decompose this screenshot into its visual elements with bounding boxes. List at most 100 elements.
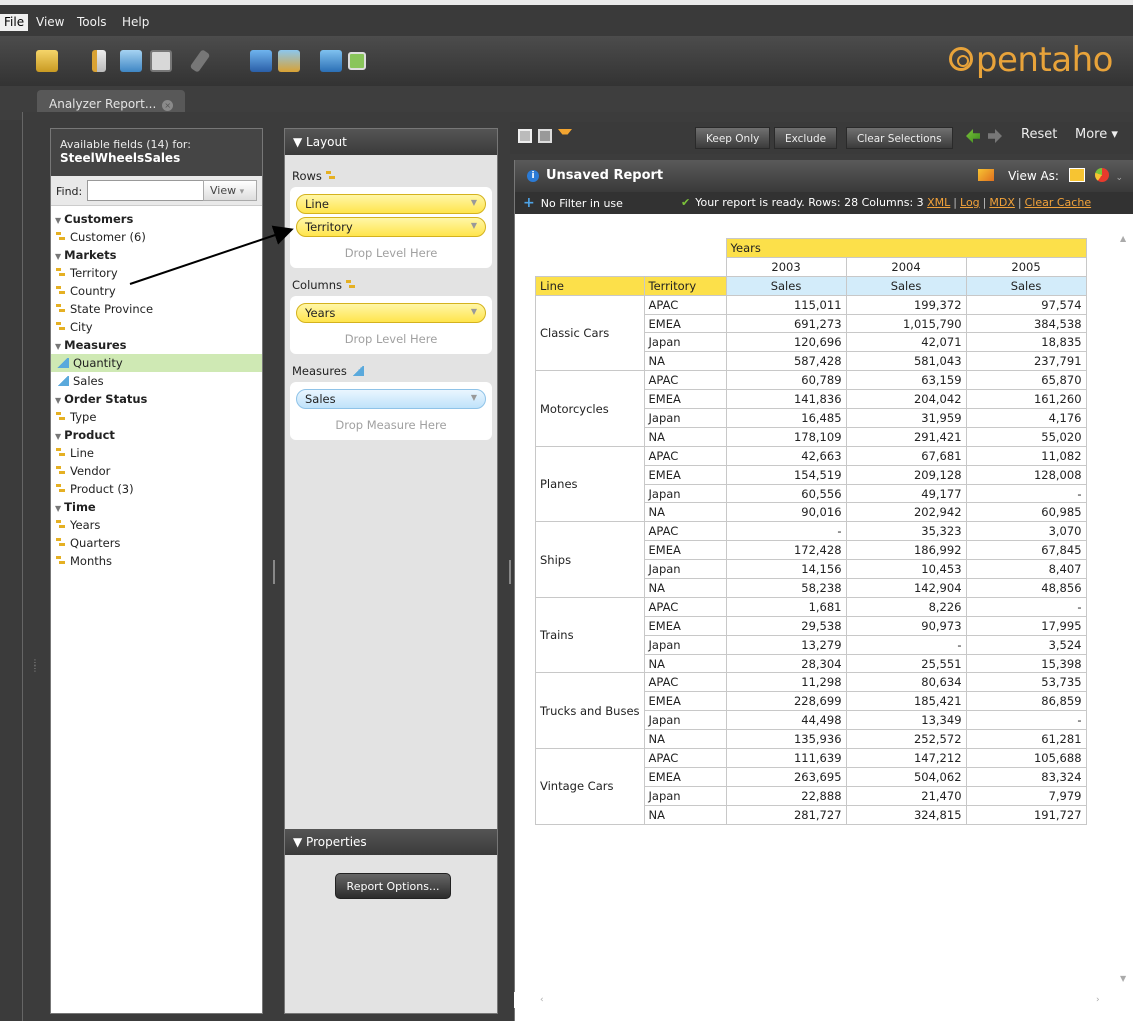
chevron-down-icon[interactable]: ▼	[471, 198, 477, 207]
year-header-2004[interactable]: 2004	[845, 256, 967, 277]
more-menu-button[interactable]: More ▾	[1075, 127, 1118, 142]
territory-cell[interactable]: NA	[643, 578, 727, 598]
layout-toggle-icon[interactable]	[538, 129, 552, 143]
territory-cell[interactable]: NA	[643, 502, 727, 523]
measure-header[interactable]: Sales	[725, 275, 847, 296]
sales-value-cell[interactable]: 4,176	[965, 408, 1087, 428]
territory-cell[interactable]: EMEA	[643, 313, 727, 334]
add-filter-icon[interactable]: +	[523, 195, 535, 211]
tree-field[interactable]: Quarters	[51, 534, 262, 552]
table-view-icon[interactable]	[1068, 168, 1085, 182]
sales-value-cell[interactable]: 63,159	[845, 370, 967, 391]
territory-cell[interactable]: NA	[643, 729, 727, 750]
years-column-header[interactable]: Years	[725, 238, 1087, 258]
line-cell[interactable]: Planes	[535, 445, 645, 523]
expand-caret-icon[interactable]: ▼	[55, 252, 61, 261]
panel-splitter[interactable]	[509, 560, 511, 584]
sales-value-cell[interactable]: 128,008	[965, 464, 1087, 485]
mdx-link[interactable]: MDX	[989, 196, 1015, 209]
sales-value-cell[interactable]: 97,574	[965, 294, 1087, 315]
sales-value-cell[interactable]: 61,281	[965, 729, 1087, 750]
sales-value-cell[interactable]: 42,071	[845, 332, 967, 353]
clear-cache-link[interactable]: Clear Cache	[1025, 196, 1091, 209]
keep-only-button[interactable]: Keep Only	[695, 127, 771, 149]
year-header-2003[interactable]: 2003	[725, 256, 847, 277]
sales-value-cell[interactable]: 185,421	[845, 691, 967, 712]
sales-value-cell[interactable]: -	[725, 521, 847, 542]
sales-value-cell[interactable]: 83,324	[965, 766, 1087, 787]
sales-value-cell[interactable]: 29,538	[725, 615, 847, 636]
territory-cell[interactable]: Japan	[643, 332, 727, 353]
line-cell[interactable]: Trains	[535, 596, 645, 674]
measures-drop-zone[interactable]: Sales ▼ Drop Measure Here	[290, 382, 492, 440]
sales-value-cell[interactable]: 202,942	[845, 502, 967, 523]
new-report-icon[interactable]	[92, 50, 106, 72]
measure-header[interactable]: Sales	[965, 275, 1087, 296]
territory-cell[interactable]: EMEA	[643, 615, 727, 636]
sales-value-cell[interactable]: 384,538	[965, 313, 1087, 334]
sales-value-cell[interactable]: 1,681	[725, 596, 847, 617]
territory-cell[interactable]: APAC	[643, 748, 727, 768]
sales-value-cell[interactable]: 111,639	[725, 748, 847, 768]
sales-value-cell[interactable]: 11,298	[725, 672, 847, 693]
sales-value-cell[interactable]: 186,992	[845, 540, 967, 561]
sales-value-cell[interactable]: 90,016	[725, 502, 847, 523]
sales-value-cell[interactable]: 58,238	[725, 578, 847, 598]
dashboard-icon[interactable]	[150, 50, 172, 72]
sales-value-cell[interactable]: -	[965, 596, 1087, 617]
sales-value-cell[interactable]: 199,372	[845, 294, 967, 315]
row-pill-line[interactable]: Line ▼	[296, 194, 486, 214]
line-cell[interactable]: Trucks and Buses	[535, 672, 645, 750]
present-icon[interactable]	[320, 50, 342, 72]
sales-value-cell[interactable]: 31,959	[845, 408, 967, 428]
line-cell[interactable]: Ships	[535, 521, 645, 598]
sales-value-cell[interactable]: 142,904	[845, 578, 967, 598]
measure-pill-sales[interactable]: Sales ▼	[296, 389, 486, 409]
clear-selections-button[interactable]: Clear Selections	[846, 127, 953, 149]
undo-icon[interactable]	[966, 129, 980, 143]
tree-field[interactable]: Quantity	[51, 354, 262, 372]
territory-row-header[interactable]: Territory	[643, 275, 727, 296]
sales-value-cell[interactable]: -	[965, 483, 1087, 504]
tree-category[interactable]: ▼ Markets	[51, 246, 262, 264]
lightning-icon[interactable]	[978, 169, 995, 181]
panel-splitter[interactable]	[273, 560, 275, 584]
sales-value-cell[interactable]: 120,696	[725, 332, 847, 353]
line-row-header[interactable]: Line	[535, 275, 645, 296]
sales-value-cell[interactable]: 115,011	[725, 294, 847, 315]
sales-value-cell[interactable]: 8,226	[845, 596, 967, 617]
expand-caret-icon[interactable]: ▼	[55, 342, 61, 351]
sales-value-cell[interactable]: 263,695	[725, 766, 847, 787]
xml-link[interactable]: XML	[927, 196, 950, 209]
chevron-down-icon[interactable]: ▼	[471, 307, 477, 316]
expand-caret-icon[interactable]: ▼	[55, 504, 61, 513]
tree-field[interactable]: State Province	[51, 300, 262, 318]
sales-value-cell[interactable]: -	[965, 710, 1087, 731]
line-cell[interactable]: Motorcycles	[535, 370, 645, 447]
chevron-down-icon[interactable]: ⌄	[1115, 173, 1123, 183]
territory-cell[interactable]: APAC	[643, 445, 727, 466]
territory-cell[interactable]: EMEA	[643, 464, 727, 485]
menu-tools[interactable]: Tools	[77, 15, 107, 29]
rows-drop-zone[interactable]: Line ▼ Territory ▼ Drop Level Here	[290, 187, 492, 268]
sales-value-cell[interactable]: 191,727	[965, 804, 1087, 825]
sales-value-cell[interactable]: 8,407	[965, 559, 1087, 580]
columns-drop-zone[interactable]: Years ▼ Drop Level Here	[290, 296, 492, 354]
tree-field[interactable]: Sales	[51, 372, 262, 390]
measure-header[interactable]: Sales	[845, 275, 967, 296]
tree-category[interactable]: ▼ Customers	[51, 210, 262, 228]
analyzer-icon[interactable]	[120, 50, 142, 72]
sales-value-cell[interactable]: 147,212	[845, 748, 967, 768]
territory-cell[interactable]: Japan	[643, 785, 727, 806]
sales-value-cell[interactable]: 228,699	[725, 691, 847, 712]
sales-value-cell[interactable]: -	[845, 634, 967, 655]
sales-value-cell[interactable]: 324,815	[845, 804, 967, 825]
tree-field[interactable]: Territory	[51, 264, 262, 282]
vertical-scrollbar[interactable]: ▲ ▼	[1118, 228, 1132, 1008]
sales-value-cell[interactable]: 504,062	[845, 766, 967, 787]
territory-cell[interactable]: APAC	[643, 294, 727, 315]
sales-value-cell[interactable]: 10,453	[845, 559, 967, 580]
sales-value-cell[interactable]: 135,936	[725, 729, 847, 750]
sales-value-cell[interactable]: 21,470	[845, 785, 967, 806]
territory-cell[interactable]: Japan	[643, 710, 727, 731]
